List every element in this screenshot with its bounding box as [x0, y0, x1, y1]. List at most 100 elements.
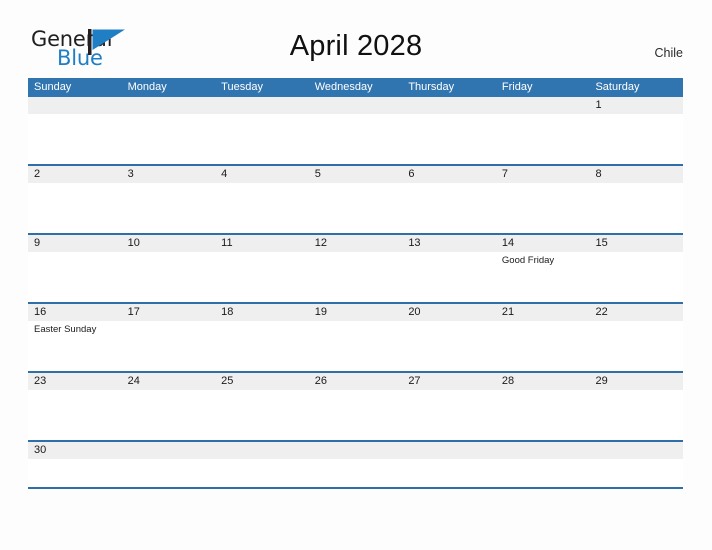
day-number[interactable]: 20 — [402, 304, 496, 321]
day-number[interactable]: 19 — [309, 304, 403, 321]
day-cell[interactable] — [402, 390, 496, 440]
day-cell[interactable] — [589, 252, 683, 302]
day-number[interactable]: 25 — [215, 373, 309, 390]
day-number[interactable]: 28 — [496, 373, 590, 390]
day-number-empty — [309, 97, 403, 114]
day-cell[interactable] — [309, 183, 403, 233]
day-number[interactable]: 9 — [28, 235, 122, 252]
day-number[interactable]: 22 — [589, 304, 683, 321]
day-number[interactable]: 26 — [309, 373, 403, 390]
day-number[interactable]: 6 — [402, 166, 496, 183]
day-cell[interactable] — [496, 321, 590, 371]
day-cell[interactable] — [122, 459, 216, 487]
day-number[interactable]: 21 — [496, 304, 590, 321]
day-number[interactable]: 1 — [589, 97, 683, 114]
day-number[interactable]: 18 — [215, 304, 309, 321]
week-events-band — [28, 459, 683, 487]
weekday-header-saturday: Saturday — [595, 81, 640, 93]
day-cell[interactable] — [589, 390, 683, 440]
day-number[interactable]: 24 — [122, 373, 216, 390]
day-cell[interactable] — [589, 459, 683, 487]
day-number-empty — [589, 442, 683, 459]
day-cell[interactable] — [215, 183, 309, 233]
day-cell[interactable] — [309, 390, 403, 440]
weekday-header-tuesday: Tuesday — [221, 81, 263, 93]
day-cell[interactable] — [589, 114, 683, 164]
day-number[interactable]: 29 — [589, 373, 683, 390]
day-cell[interactable] — [215, 114, 309, 164]
day-number-empty — [496, 97, 590, 114]
day-number-empty — [215, 97, 309, 114]
weekday-header-thursday: Thursday — [408, 81, 455, 93]
week-daynumber-band: 9 10 11 12 13 14 15 — [28, 235, 683, 252]
day-cell[interactable] — [496, 114, 590, 164]
day-cell[interactable] — [402, 252, 496, 302]
day-cell[interactable] — [215, 321, 309, 371]
day-cell[interactable] — [309, 114, 403, 164]
day-cell[interactable] — [122, 114, 216, 164]
holiday-label: Easter Sunday — [34, 324, 97, 335]
day-cell[interactable] — [402, 321, 496, 371]
day-cell[interactable] — [402, 114, 496, 164]
day-cell[interactable] — [122, 252, 216, 302]
day-cell[interactable] — [402, 183, 496, 233]
day-number[interactable]: 16 — [28, 304, 122, 321]
page-header: General Blue April 2028 Chile — [0, 0, 712, 76]
day-number[interactable]: 11 — [215, 235, 309, 252]
day-number[interactable]: 7 — [496, 166, 590, 183]
day-number[interactable]: 12 — [309, 235, 403, 252]
day-number[interactable]: 10 — [122, 235, 216, 252]
day-number[interactable]: 4 — [215, 166, 309, 183]
day-number[interactable]: 13 — [402, 235, 496, 252]
day-cell[interactable] — [309, 459, 403, 487]
day-number[interactable]: 14 — [496, 235, 590, 252]
day-cell[interactable] — [28, 252, 122, 302]
weekday-header-row: Sunday Monday Tuesday Wednesday Thursday… — [28, 78, 683, 97]
day-number[interactable]: 15 — [589, 235, 683, 252]
day-number[interactable]: 30 — [28, 442, 122, 459]
day-cell[interactable] — [589, 183, 683, 233]
calendar-week-row: 1 — [28, 97, 683, 164]
day-number-empty — [496, 442, 590, 459]
weekday-header-friday: Friday — [501, 81, 533, 93]
day-number[interactable]: 27 — [402, 373, 496, 390]
day-cell[interactable] — [309, 252, 403, 302]
day-cell[interactable]: Good Friday — [496, 252, 590, 302]
region-label: Chile — [654, 46, 684, 60]
day-cell[interactable] — [215, 390, 309, 440]
day-number[interactable]: 2 — [28, 166, 122, 183]
day-cell[interactable] — [309, 321, 403, 371]
day-cell[interactable] — [122, 390, 216, 440]
week-daynumber-band: 30 — [28, 442, 683, 459]
day-number[interactable]: 17 — [122, 304, 216, 321]
day-number[interactable]: 5 — [309, 166, 403, 183]
weekday-header-monday: Monday — [127, 81, 167, 93]
day-cell[interactable] — [122, 183, 216, 233]
day-cell[interactable] — [215, 252, 309, 302]
day-cell[interactable] — [28, 390, 122, 440]
weekday-header-sunday: Sunday — [34, 81, 72, 93]
week-events-band — [28, 183, 683, 233]
day-cell[interactable] — [122, 321, 216, 371]
week-daynumber-band: 2345678 — [28, 166, 683, 183]
day-cell[interactable] — [589, 321, 683, 371]
day-cell[interactable] — [496, 459, 590, 487]
day-cell[interactable] — [496, 183, 590, 233]
day-number-empty — [309, 442, 403, 459]
day-cell[interactable] — [28, 183, 122, 233]
week-daynumber-band: 23 24 25 26 27 28 29 — [28, 373, 683, 390]
day-number[interactable]: 8 — [589, 166, 683, 183]
week-events-band: Good Friday — [28, 252, 683, 302]
calendar-week-row: 9 10 11 12 13 14 15 Good Friday — [28, 233, 683, 302]
day-number[interactable]: 23 — [28, 373, 122, 390]
calendar-week-row: 23 24 25 26 27 28 29 — [28, 371, 683, 440]
calendar-week-row: 16 17 18 19 20 21 22 Easter Sunday — [28, 302, 683, 371]
day-cell[interactable] — [215, 459, 309, 487]
day-cell[interactable] — [28, 114, 122, 164]
day-cell[interactable] — [28, 459, 122, 487]
day-cell[interactable]: Easter Sunday — [28, 321, 122, 371]
calendar-page: General Blue April 2028 Chile Sunday Mon… — [0, 0, 712, 550]
day-cell[interactable] — [402, 459, 496, 487]
day-cell[interactable] — [496, 390, 590, 440]
day-number[interactable]: 3 — [122, 166, 216, 183]
